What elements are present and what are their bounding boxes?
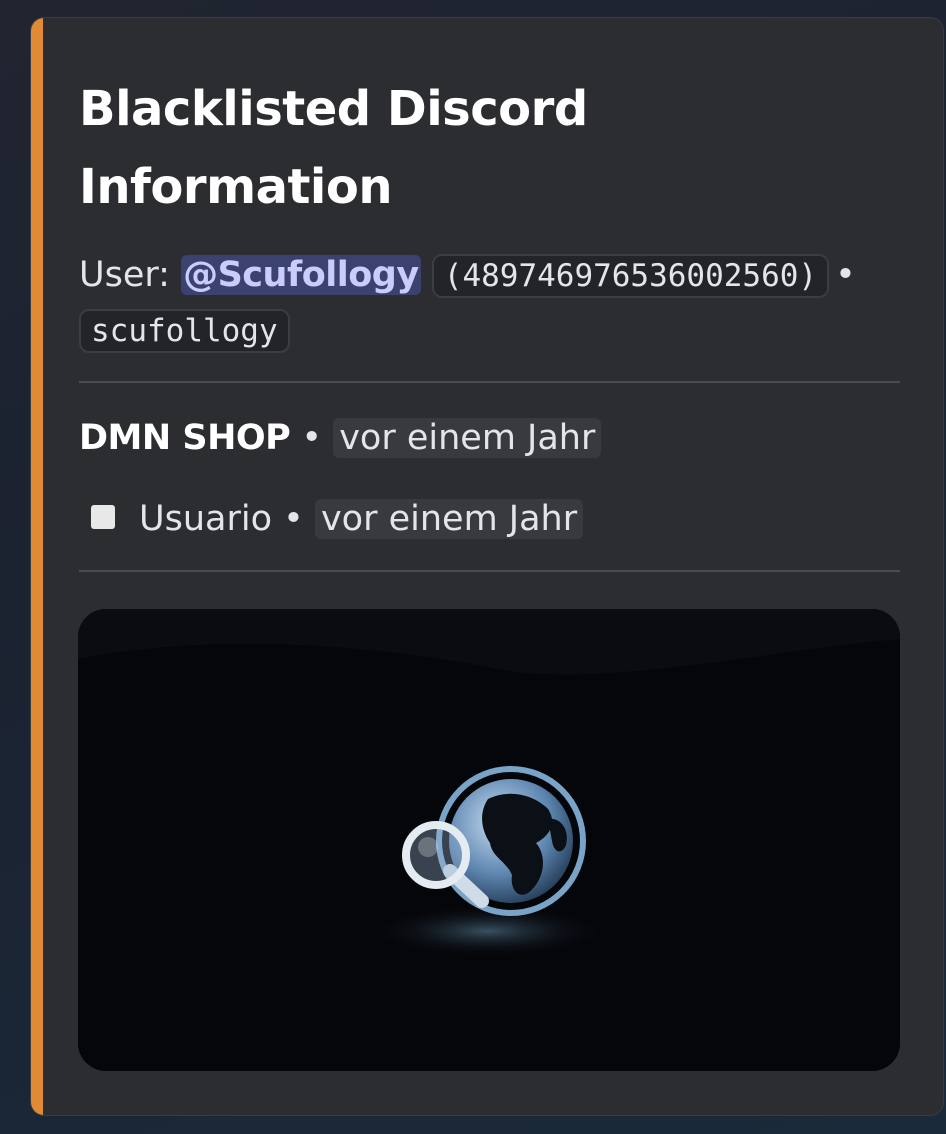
- divider: [79, 570, 900, 572]
- embed-accent-bar: [31, 18, 43, 1115]
- white-square-icon: [91, 505, 115, 529]
- role-row: Usuario • vor einem Jahr: [79, 492, 584, 546]
- user-label: User:: [79, 255, 170, 295]
- blacklist-embed: Blacklisted Discord Information User: @S…: [30, 17, 944, 1116]
- separator-dot: •: [301, 418, 323, 458]
- embed-title: Blacklisted Discord Information: [79, 81, 588, 215]
- server-row: DMN SHOP • vor einem Jahr: [79, 411, 602, 465]
- separator-dot: •: [283, 499, 304, 539]
- embed-image[interactable]: [78, 609, 900, 1071]
- globe-magnifier-icon: [78, 609, 900, 1071]
- separator-dot: •: [835, 255, 856, 295]
- role-timestamp[interactable]: vor einem Jahr: [314, 499, 584, 539]
- divider: [79, 381, 900, 383]
- server-name: DMN SHOP: [79, 418, 291, 458]
- user-id-code: (489746976536002560): [431, 254, 830, 298]
- user-info-line: User: @Scufollogy (489746976536002560) • …: [79, 248, 919, 358]
- role-name: Usuario: [139, 499, 273, 539]
- username-code: scufollogy: [79, 309, 290, 353]
- user-mention[interactable]: @Scufollogy: [181, 255, 421, 295]
- server-timestamp[interactable]: vor einem Jahr: [333, 418, 602, 458]
